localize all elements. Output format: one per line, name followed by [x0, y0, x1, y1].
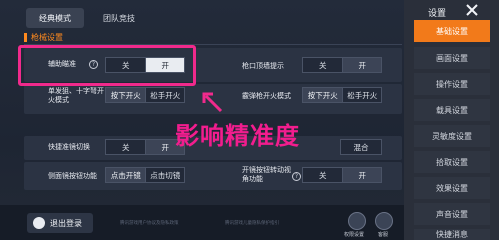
sidebar-item-quick-messages[interactable]: 快捷消息 — [414, 229, 490, 240]
sidebar-item-sound-settings[interactable]: 声音设置 — [414, 203, 490, 225]
tab-team-deathmatch[interactable]: 团队竞技 — [90, 8, 148, 28]
permission-settings-label: 权限设置 — [344, 232, 365, 238]
mixed-mode-option[interactable]: 混合 — [341, 140, 381, 154]
user-agreement-link[interactable]: 腾讯游戏用户协议及隐私政策 — [120, 220, 179, 226]
scope-rotate-view-label: 开镜按钮转动视角功能 — [242, 166, 291, 183]
sidebar-item-control-settings[interactable]: 操作设置 — [414, 73, 490, 95]
section-title: 枪械设置 — [24, 32, 63, 43]
shotgun-fire-press-option[interactable]: 按下开火 — [303, 88, 343, 102]
close-icon[interactable] — [465, 3, 479, 17]
scope-rotate-on-option[interactable]: 开 — [342, 168, 381, 182]
single-fire-release-option[interactable]: 松手开火 — [145, 88, 184, 102]
tab-classic-mode[interactable]: 经典模式 — [26, 8, 84, 28]
logout-label: 退出登录 — [50, 218, 82, 228]
scope-rotate-off-option[interactable]: 关 — [303, 168, 342, 182]
side-scope-button-toggle[interactable]: 点击开镜 点击切镜 — [105, 167, 185, 183]
single-fire-mode-label: 单发狙、十字弩开火模式 — [48, 87, 104, 104]
sidebar-title: 设置 — [428, 9, 447, 19]
qq-icon — [33, 217, 45, 229]
sidebar-item-effect-settings[interactable]: 效果设置 — [414, 177, 490, 199]
muzzle-wall-hint-toggle[interactable]: 关 开 — [302, 57, 382, 73]
single-fire-press-option[interactable]: 按下开火 — [106, 88, 146, 102]
quick-scope-switch-toggle[interactable]: 关 开 — [105, 139, 185, 155]
quick-scope-off-option[interactable]: 关 — [106, 140, 145, 154]
child-privacy-link[interactable]: 腾讯游戏儿童隐私保护指引 — [225, 220, 279, 226]
side-scope-button-label: 侧面镜按钮功能 — [48, 172, 97, 180]
sidebar-item-graphics-settings[interactable]: 画面设置 — [414, 47, 490, 69]
section-marker — [24, 33, 27, 42]
logout-button[interactable]: 退出登录 — [27, 213, 93, 233]
muzzle-wall-hint-on-option[interactable]: 开 — [342, 58, 381, 72]
muzzle-wall-hint-label: 枪口顶墙提示 — [242, 62, 284, 70]
single-fire-mode-toggle[interactable]: 按下开火 松手开火 — [105, 87, 185, 103]
mixed-mode-toggle[interactable]: 混合 — [340, 139, 382, 155]
sidebar-item-sensitivity-settings[interactable]: 灵敏度设置 — [414, 125, 490, 147]
aim-assist-highlight-box — [18, 45, 196, 86]
scope-rotate-view-toggle[interactable]: 关 开 — [302, 167, 382, 183]
sidebar-item-pickup-settings[interactable]: 拾取设置 — [414, 151, 490, 173]
annotation-text: 影响精准度 — [175, 122, 300, 150]
shotgun-fire-mode-toggle[interactable]: 按下开火 松手开火 — [302, 87, 382, 103]
customer-service-icon[interactable] — [375, 212, 393, 230]
mode-tabs: 经典模式 团队竞技 — [26, 8, 148, 28]
side-scope-open-option[interactable]: 点击开镜 — [106, 168, 146, 182]
quick-scope-switch-label: 快捷准镜切换 — [48, 143, 90, 151]
sidebar-item-vehicle-settings[interactable]: 载具设置 — [414, 99, 490, 121]
customer-service-label: 客服 — [378, 232, 389, 238]
sidebar-item-basic-settings[interactable]: 基础设置 — [414, 20, 490, 42]
muzzle-wall-hint-off-option[interactable]: 关 — [303, 58, 342, 72]
side-scope-switch-option[interactable]: 点击切镜 — [145, 168, 184, 182]
shotgun-fire-release-option[interactable]: 松手开火 — [342, 88, 381, 102]
annotation-arrow-icon — [202, 92, 223, 113]
shotgun-fire-mode-label: 霰弹枪开火模式 — [242, 92, 291, 100]
section-title-label: 枪械设置 — [31, 33, 63, 42]
permission-settings-icon[interactable] — [348, 212, 366, 230]
help-icon[interactable]: ? — [292, 172, 301, 181]
